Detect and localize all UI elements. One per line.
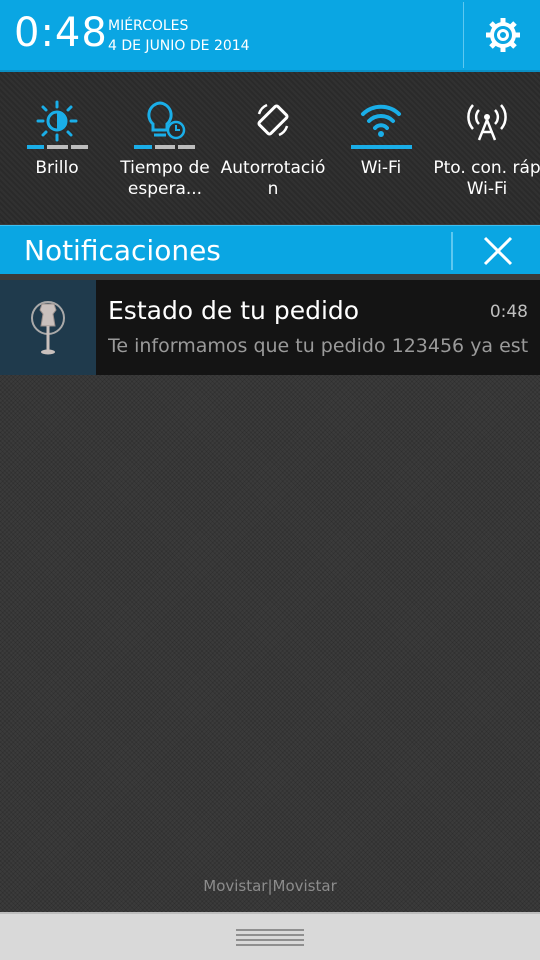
screen-timeout-toggle[interactable]: Tiempo de espera... <box>110 72 220 224</box>
brightness-label: Brillo <box>35 158 79 178</box>
shade-drag-handle[interactable] <box>0 912 540 960</box>
brightness-toggle[interactable]: Brillo <box>2 72 112 224</box>
hotspot-toggle[interactable]: Pto. con. ráp Wi-Fi <box>433 72 540 224</box>
hotspot-label: Pto. con. ráp Wi-Fi <box>433 158 540 199</box>
wifi-label: Wi-Fi <box>360 158 402 178</box>
settings-button[interactable] <box>463 2 540 68</box>
close-icon <box>483 236 512 266</box>
notifications-header: Notificaciones <box>0 225 540 274</box>
clock: 0:48 <box>14 10 108 56</box>
auto-rotate-label: Autorrotació n <box>220 158 326 199</box>
wifi-toggle[interactable]: Wi-Fi <box>326 72 436 224</box>
status-header: 0:48 MIÉRCOLES 4 DE JUNIO DE 2014 <box>0 0 540 72</box>
mannequin-icon <box>0 280 96 375</box>
notification-title: Estado de tu pedido <box>108 296 360 325</box>
hotspot-icon <box>463 100 511 142</box>
clear-notifications-button[interactable] <box>451 232 540 270</box>
carrier-label: Movistar|Movistar <box>203 877 337 895</box>
notification-shade-empty-area <box>0 375 540 912</box>
notification-text: Te informamos que tu pedido 123456 ya es… <box>108 335 528 357</box>
quick-settings-panel: Brillo Tiempo de espera... Autorrotació … <box>0 72 540 224</box>
notifications-title: Notificaciones <box>24 234 221 267</box>
notification-item[interactable]: Estado de tu pedido 0:48 Te informamos q… <box>0 280 540 375</box>
gear-icon <box>485 18 520 52</box>
auto-rotate-icon <box>249 100 297 142</box>
timeout-level-bar <box>134 145 195 149</box>
date-block: MIÉRCOLES 4 DE JUNIO DE 2014 <box>108 16 250 56</box>
brightness-level-bar <box>27 145 88 149</box>
brightness-icon <box>33 100 81 142</box>
weekday: MIÉRCOLES <box>108 18 189 34</box>
notification-time: 0:48 <box>489 302 528 322</box>
grip-icon <box>236 929 304 949</box>
date: 4 DE JUNIO DE 2014 <box>108 38 250 54</box>
wifi-icon <box>357 100 405 142</box>
bulb-timer-icon <box>141 100 189 142</box>
timeout-label: Tiempo de espera... <box>120 158 210 199</box>
wifi-active-bar <box>351 145 412 149</box>
auto-rotate-toggle[interactable]: Autorrotació n <box>218 72 328 224</box>
